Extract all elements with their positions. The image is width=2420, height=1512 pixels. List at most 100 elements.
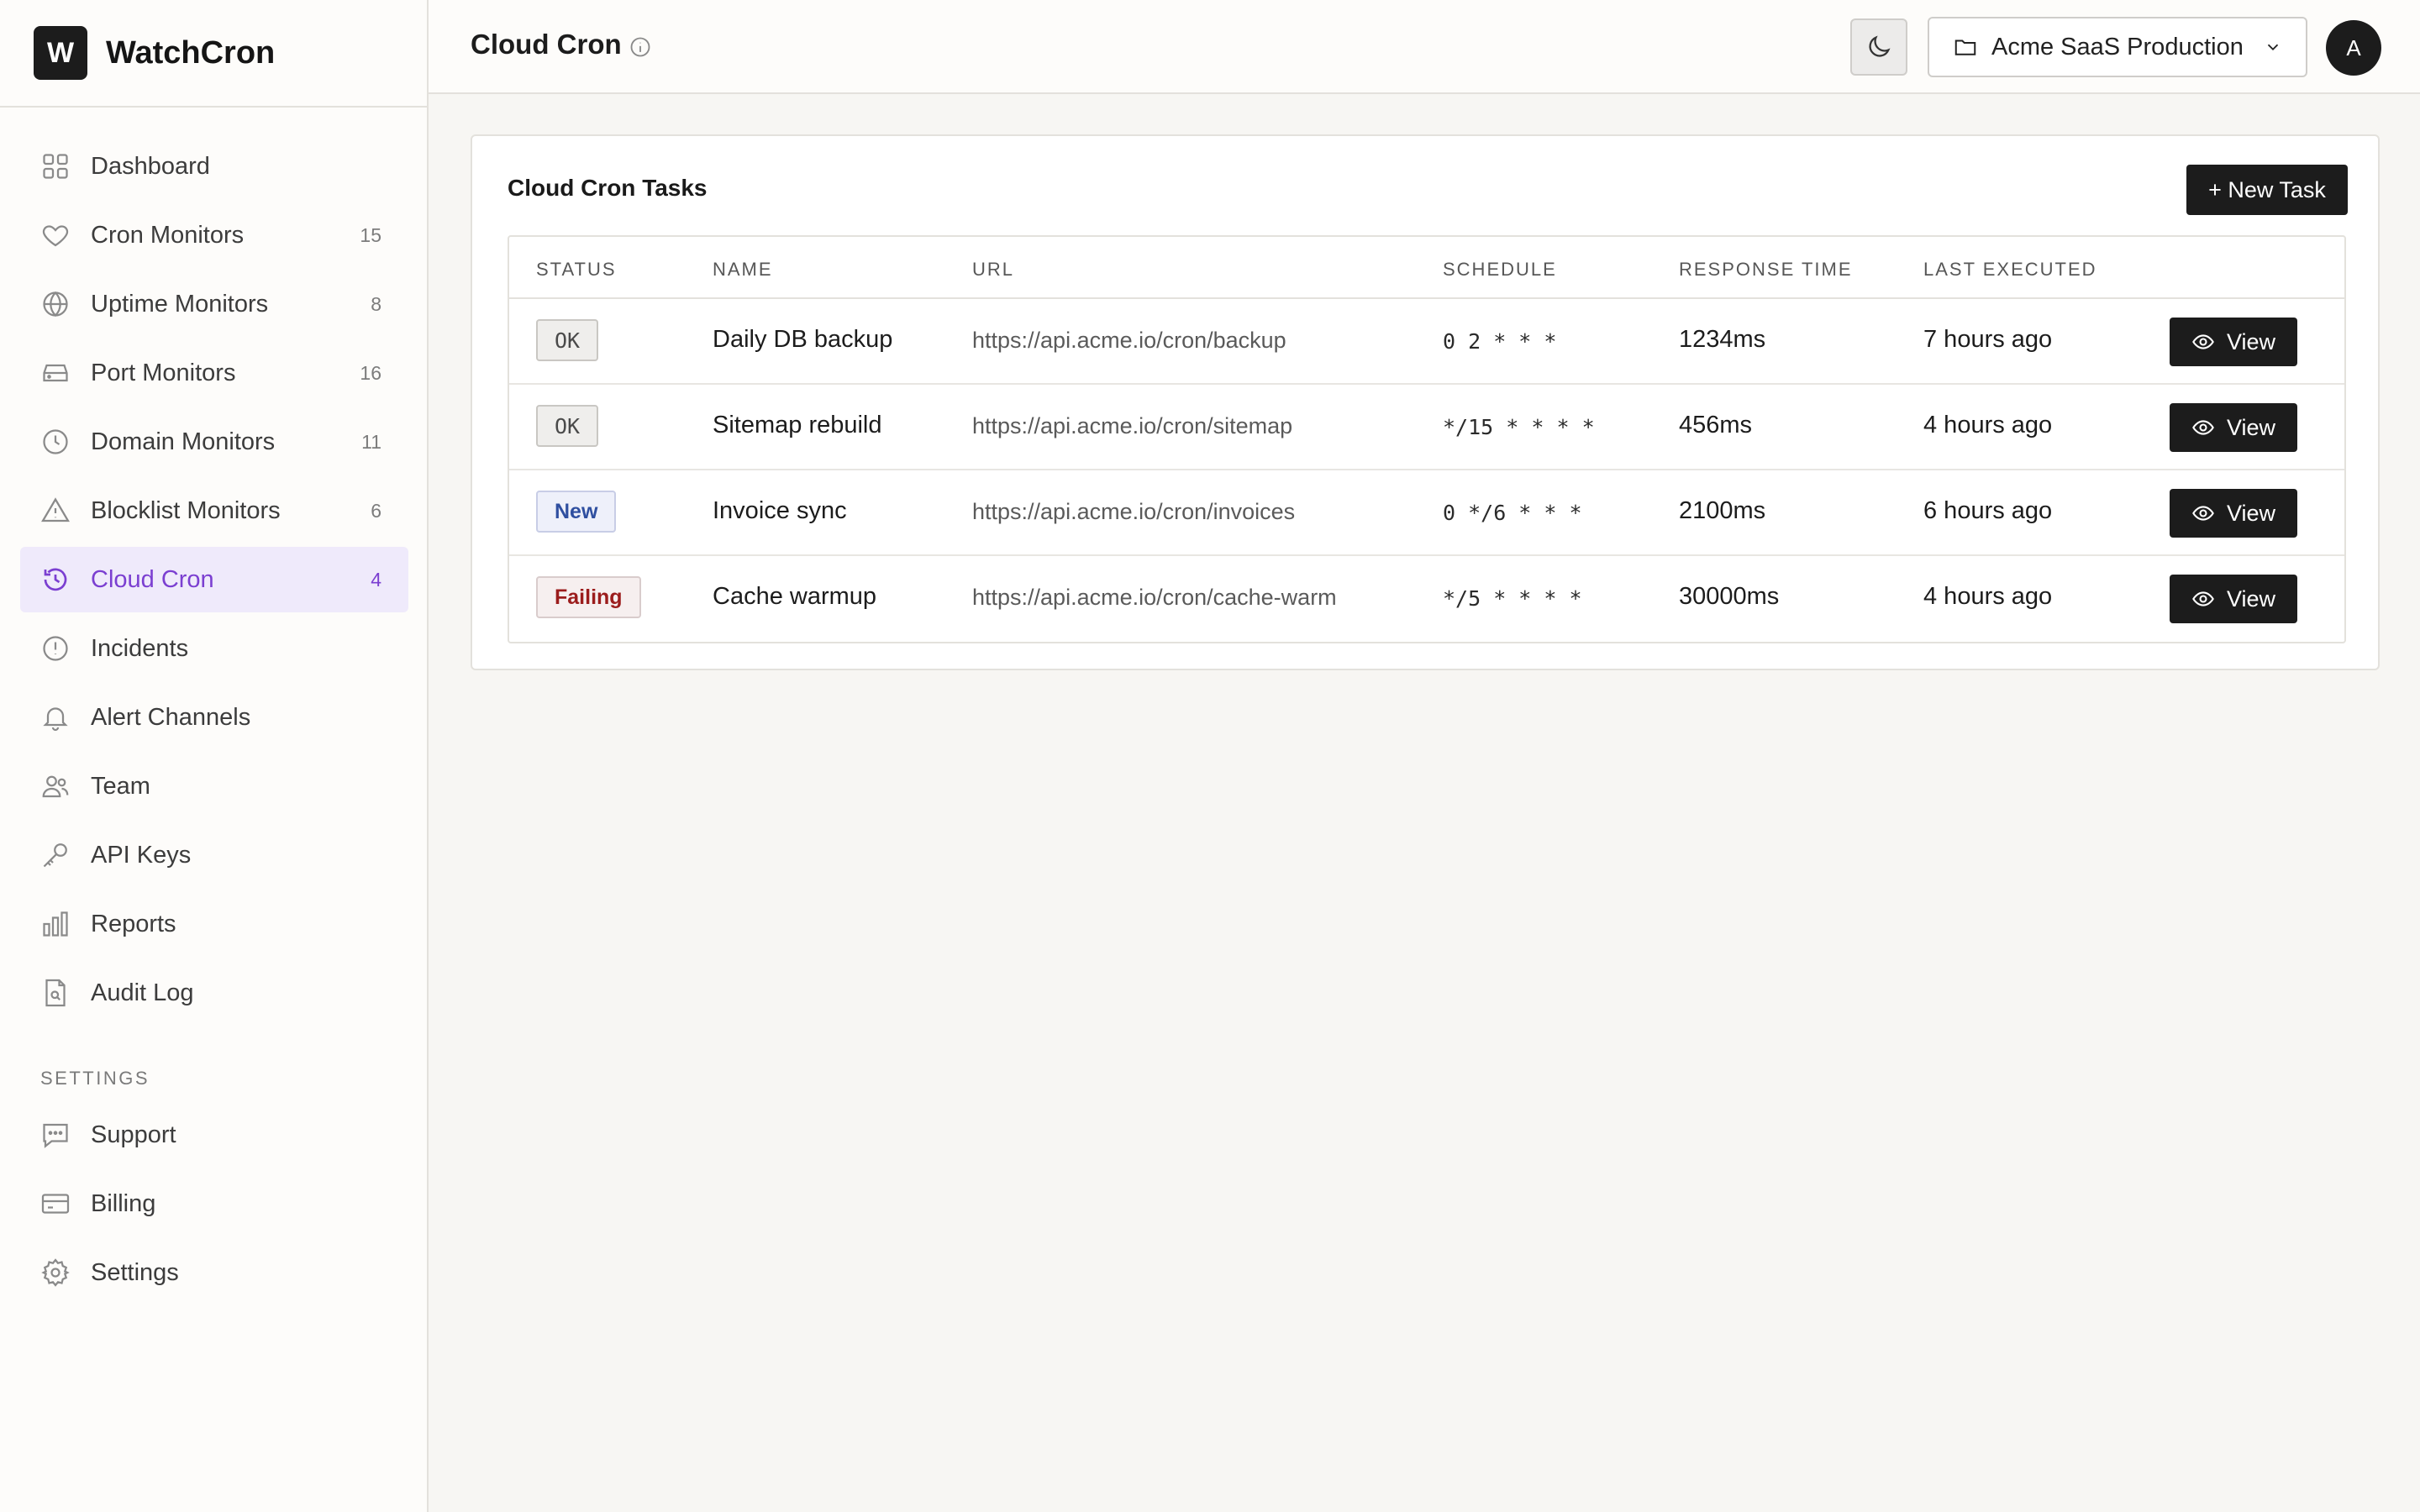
new-task-button[interactable]: + New Task — [2186, 165, 2348, 215]
task-schedule: */15 * * * * — [1443, 415, 1595, 439]
settings-nav: Support Billing Settings — [0, 1102, 429, 1309]
sidebar-item-reports[interactable]: Reports — [20, 891, 408, 957]
table-row[interactable]: OK Sitemap rebuild https://api.acme.io/c… — [509, 385, 2344, 470]
sidebar-item-label: Team — [91, 772, 150, 800]
task-last-executed: 6 hours ago — [1923, 497, 2053, 524]
file-search-icon — [40, 978, 71, 1008]
chevron-down-icon — [2264, 38, 2282, 56]
sidebar-item-billing[interactable]: Billing — [20, 1171, 408, 1236]
sidebar-item-count: 16 — [360, 361, 381, 384]
settings-section-label: SETTINGS — [40, 1068, 150, 1089]
column-header-status[interactable]: STATUS — [536, 259, 617, 281]
status-badge: Failing — [536, 576, 641, 618]
sidebar-item-label: Audit Log — [91, 979, 194, 1006]
clock-icon — [40, 427, 71, 457]
sidebar-item-cron-monitors[interactable]: Cron Monitors 15 — [20, 202, 408, 268]
sidebar-item-label: Reports — [91, 910, 176, 937]
task-url: https://api.acme.io/cron/cache-warm — [972, 585, 1337, 610]
status-badge: OK — [536, 405, 599, 447]
sidebar-item-label: Domain Monitors — [91, 428, 276, 455]
table-row[interactable]: OK Daily DB backup https://api.acme.io/c… — [509, 299, 2344, 385]
view-button-label: View — [2226, 414, 2276, 440]
card-title: Cloud Cron Tasks — [508, 175, 708, 201]
sidebar-item-label: Port Monitors — [91, 359, 236, 386]
brand-logo: W — [34, 26, 87, 80]
tasks-table: STATUS NAME URL SCHEDULE RESPONSE TIME L… — [508, 235, 2346, 643]
sidebar-item-label: Billing — [91, 1189, 156, 1217]
sidebar-item-label: Cron Monitors — [91, 221, 245, 249]
theme-toggle-button[interactable] — [1850, 18, 1907, 76]
view-button[interactable]: View — [2170, 318, 2297, 366]
sidebar-item-label: Support — [91, 1121, 176, 1148]
status-badge: OK — [536, 319, 599, 361]
task-last-executed: 4 hours ago — [1923, 412, 2053, 438]
sidebar-item-domain-monitors[interactable]: Domain Monitors 11 — [20, 409, 408, 475]
info-icon[interactable] — [629, 35, 652, 59]
globe-icon — [40, 289, 71, 319]
task-response-time: 30000ms — [1679, 583, 1780, 610]
sidebar-item-label: Dashboard — [91, 152, 210, 180]
grid-icon — [40, 151, 71, 181]
table-row[interactable]: New Invoice sync https://api.acme.io/cro… — [509, 470, 2344, 556]
chat-icon — [40, 1120, 71, 1150]
sidebar: W WatchCron Dashboard Cron Monitors 15 U… — [0, 0, 429, 1512]
sidebar-item-blocklist-monitors[interactable]: Blocklist Monitors 6 — [20, 478, 408, 543]
bar-chart-icon — [40, 909, 71, 939]
credit-card-icon — [40, 1189, 71, 1219]
task-url: https://api.acme.io/cron/sitemap — [972, 413, 1293, 438]
sidebar-item-label: Cloud Cron — [91, 565, 214, 593]
avatar[interactable]: A — [2326, 20, 2381, 76]
sidebar-item-settings[interactable]: Settings — [20, 1240, 408, 1305]
eye-icon — [2191, 330, 2227, 354]
task-schedule: */5 * * * * — [1443, 586, 1582, 611]
cloud-cron-tasks-card: Cloud Cron Tasks + New Task STATUS NAME … — [471, 134, 2380, 670]
view-button[interactable]: View — [2170, 489, 2297, 538]
brand-name: WatchCron — [106, 34, 276, 71]
column-header-last-executed[interactable]: LAST EXECUTED — [1923, 259, 2097, 281]
sidebar-item-count: 11 — [361, 430, 381, 453]
sidebar-item-label: API Keys — [91, 841, 192, 869]
column-header-schedule[interactable]: SCHEDULE — [1443, 259, 1557, 281]
task-url: https://api.acme.io/cron/backup — [972, 328, 1286, 353]
sidebar-item-audit-log[interactable]: Audit Log — [20, 960, 408, 1026]
cloud-cron-icon — [40, 564, 71, 595]
key-icon — [40, 840, 71, 870]
brand[interactable]: W WatchCron — [0, 0, 427, 108]
task-schedule: 0 */6 * * * — [1443, 501, 1582, 525]
warning-icon — [40, 496, 71, 526]
sidebar-item-team[interactable]: Team — [20, 753, 408, 819]
sidebar-item-cloud-cron[interactable]: Cloud Cron 4 — [20, 547, 408, 612]
project-name: Acme SaaS Production — [1991, 33, 2244, 60]
eye-icon — [2191, 587, 2227, 611]
column-header-url[interactable]: URL — [972, 259, 1014, 281]
folder-icon — [1953, 34, 1978, 60]
task-last-executed: 7 hours ago — [1923, 326, 2053, 353]
view-button-label: View — [2226, 328, 2276, 354]
sidebar-item-port-monitors[interactable]: Port Monitors 16 — [20, 340, 408, 406]
view-button-label: View — [2226, 500, 2276, 526]
column-header-name[interactable]: NAME — [713, 259, 773, 281]
sidebar-item-count: 6 — [371, 499, 381, 522]
status-badge: New — [536, 491, 617, 533]
task-name: Daily DB backup — [713, 326, 893, 353]
task-response-time: 2100ms — [1679, 497, 1766, 524]
sidebar-item-dashboard[interactable]: Dashboard — [20, 134, 408, 199]
sidebar-item-label: Alert Channels — [91, 703, 251, 731]
column-header-response-time[interactable]: RESPONSE TIME — [1679, 259, 1853, 281]
eye-icon — [2191, 501, 2227, 525]
sidebar-item-support[interactable]: Support — [20, 1102, 408, 1168]
gear-icon — [40, 1257, 71, 1288]
heart-icon — [40, 220, 71, 250]
sidebar-item-incidents[interactable]: Incidents — [20, 616, 408, 681]
project-selector[interactable]: Acme SaaS Production — [1928, 17, 2307, 77]
sidebar-item-label: Uptime Monitors — [91, 290, 269, 318]
users-icon — [40, 771, 71, 801]
sidebar-item-uptime-monitors[interactable]: Uptime Monitors 8 — [20, 271, 408, 337]
table-row[interactable]: Failing Cache warmup https://api.acme.io… — [509, 556, 2344, 642]
task-response-time: 1234ms — [1679, 326, 1766, 353]
sidebar-item-count: 15 — [360, 223, 381, 246]
sidebar-item-api-keys[interactable]: API Keys — [20, 822, 408, 888]
view-button[interactable]: View — [2170, 403, 2297, 452]
sidebar-item-alert-channels[interactable]: Alert Channels — [20, 685, 408, 750]
view-button[interactable]: View — [2170, 575, 2297, 623]
